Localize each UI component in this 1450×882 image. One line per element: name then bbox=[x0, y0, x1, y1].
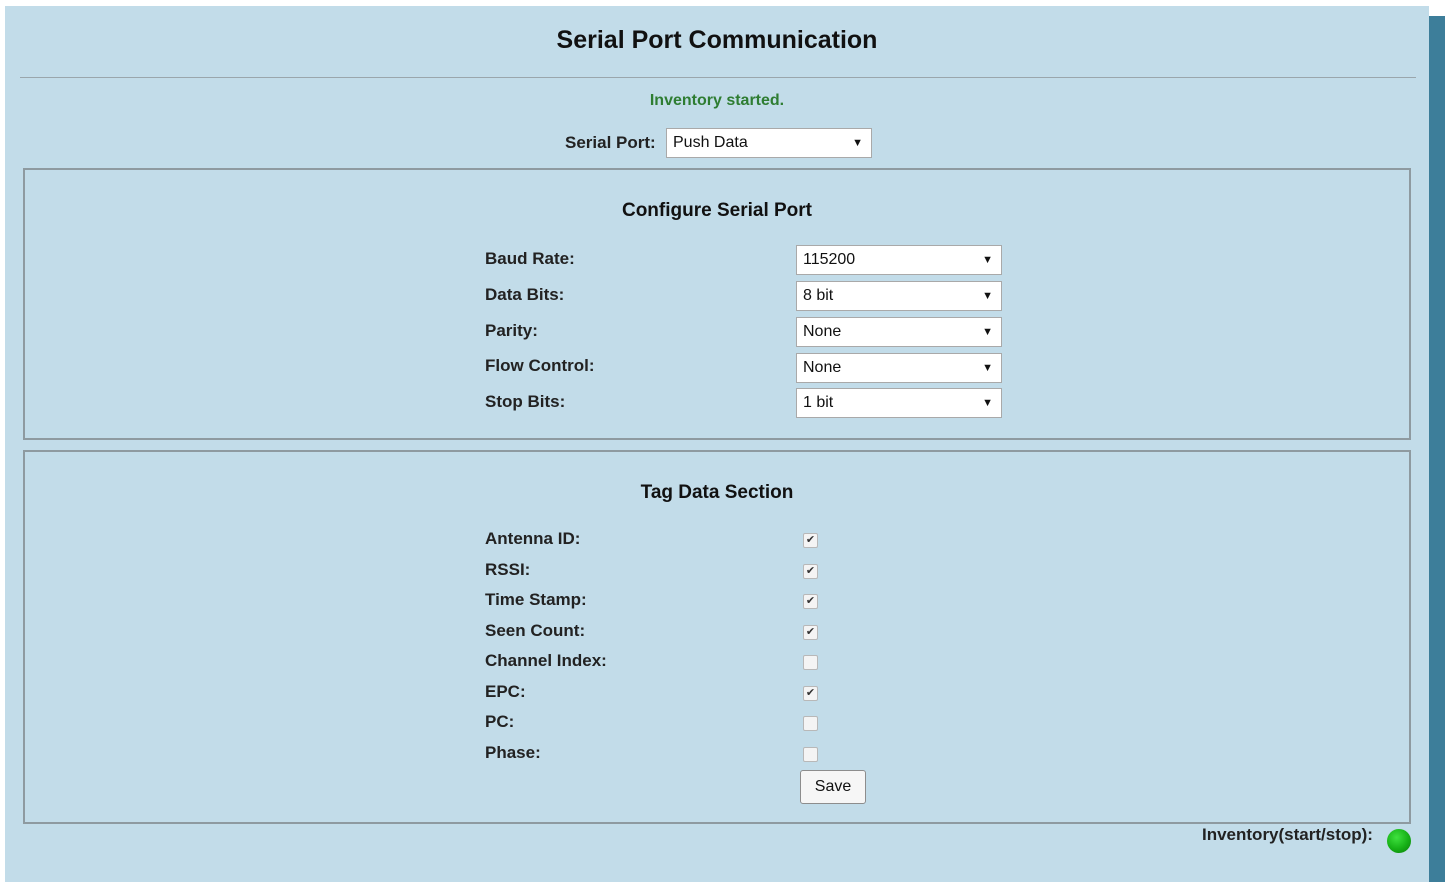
title-divider bbox=[20, 77, 1416, 78]
checkmark-icon: ✔ bbox=[805, 565, 816, 577]
inventory-toggle-label: Inventory(start/stop): bbox=[1202, 825, 1373, 844]
tag-data-section-title: Tag Data Section bbox=[640, 482, 794, 503]
caret-down-icon: ▼ bbox=[982, 397, 993, 409]
phase-label: Phase: bbox=[485, 743, 541, 762]
serial-port-label: Serial Port: bbox=[565, 133, 656, 152]
save-button[interactable]: Save bbox=[800, 770, 866, 804]
caret-down-icon: ▼ bbox=[982, 362, 993, 374]
caret-down-icon: ▼ bbox=[982, 254, 993, 266]
time-stamp-label: Time Stamp: bbox=[485, 590, 587, 609]
flow-control-value: None bbox=[803, 359, 842, 376]
baud-rate-select[interactable]: 115200 ▼ bbox=[796, 245, 1002, 275]
time-stamp-checkbox[interactable]: ✔ bbox=[803, 594, 818, 609]
antenna-id-label: Antenna ID: bbox=[485, 529, 581, 548]
checkmark-icon: ✔ bbox=[805, 687, 816, 699]
configure-serial-port-section: Configure Serial Port Baud Rate: 115200 … bbox=[23, 168, 1411, 440]
caret-down-icon: ▼ bbox=[982, 326, 993, 338]
channel-index-label: Channel Index: bbox=[485, 651, 607, 670]
seen-count-label: Seen Count: bbox=[485, 621, 586, 640]
seen-count-checkbox[interactable]: ✔ bbox=[803, 625, 818, 640]
phase-checkbox[interactable] bbox=[803, 747, 818, 762]
parity-label: Parity: bbox=[485, 321, 538, 340]
stop-bits-label: Stop Bits: bbox=[485, 392, 566, 411]
pc-checkbox[interactable] bbox=[803, 716, 818, 731]
data-bits-label: Data Bits: bbox=[485, 285, 565, 304]
rssi-label: RSSI: bbox=[485, 560, 531, 579]
flow-control-select[interactable]: None ▼ bbox=[796, 353, 1002, 383]
checkmark-icon: ✔ bbox=[805, 595, 816, 607]
epc-label: EPC: bbox=[485, 682, 526, 701]
caret-down-icon: ▼ bbox=[982, 290, 993, 302]
antenna-id-checkbox[interactable]: ✔ bbox=[803, 533, 818, 548]
channel-index-checkbox[interactable] bbox=[803, 655, 818, 670]
green-led-icon[interactable] bbox=[1387, 829, 1411, 853]
configure-section-title: Configure Serial Port bbox=[621, 200, 813, 221]
caret-down-icon: ▼ bbox=[852, 137, 863, 149]
data-bits-value: 8 bit bbox=[803, 287, 834, 304]
data-bits-select[interactable]: 8 bit ▼ bbox=[796, 281, 1002, 311]
tag-data-section: Tag Data Section Antenna ID: ✔ RSSI: ✔ T… bbox=[23, 450, 1411, 824]
stop-bits-select[interactable]: 1 bit ▼ bbox=[796, 388, 1002, 418]
rssi-checkbox[interactable]: ✔ bbox=[803, 564, 818, 579]
epc-checkbox[interactable]: ✔ bbox=[803, 686, 818, 701]
baud-rate-label: Baud Rate: bbox=[485, 249, 575, 268]
stop-bits-value: 1 bit bbox=[803, 394, 834, 411]
pc-label: PC: bbox=[485, 712, 515, 731]
checkmark-icon: ✔ bbox=[805, 534, 816, 546]
serial-port-value: Push Data bbox=[673, 134, 748, 151]
serial-port-panel: Serial Port Communication Inventory star… bbox=[5, 6, 1429, 882]
parity-select[interactable]: None ▼ bbox=[796, 317, 1002, 347]
page-title: Serial Port Communication bbox=[556, 26, 878, 54]
baud-rate-value: 115200 bbox=[803, 251, 856, 268]
checkmark-icon: ✔ bbox=[805, 626, 816, 638]
status-message: Inventory started. bbox=[649, 92, 785, 109]
serial-port-select[interactable]: Push Data ▼ bbox=[666, 128, 872, 158]
parity-value: None bbox=[803, 323, 842, 340]
flow-control-label: Flow Control: bbox=[485, 356, 595, 375]
scrollbar-edge bbox=[1429, 16, 1445, 882]
